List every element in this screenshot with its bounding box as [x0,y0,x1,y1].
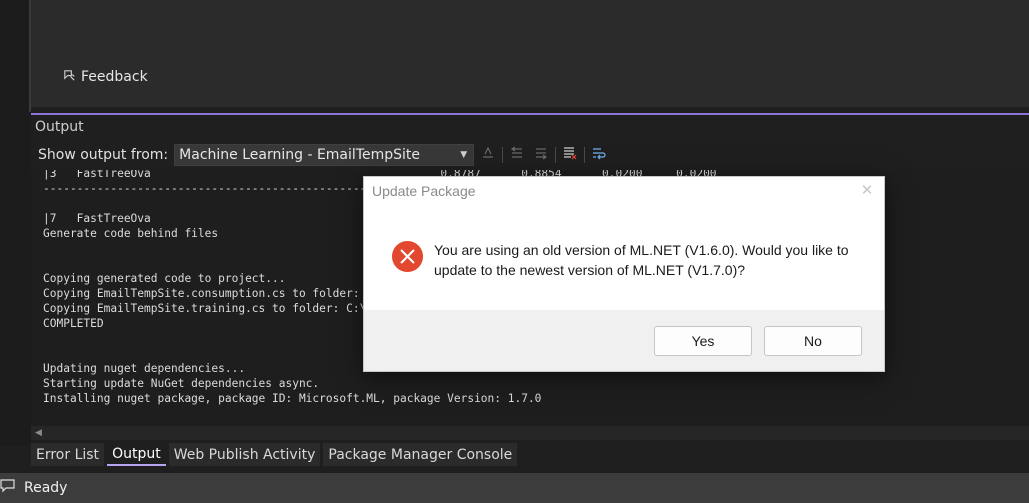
status-text: Ready [24,480,68,496]
dialog-message: You are using an old version of ML.NET (… [434,242,849,278]
tab-web-publish-activity[interactable]: Web Publish Activity [168,443,321,466]
next-message-button[interactable] [531,145,551,165]
previous-message-icon [509,145,525,165]
previous-message-button[interactable] [507,145,527,165]
update-package-dialog: Update Package ✕ You are using an old ve… [363,176,885,372]
left-strip [0,0,31,446]
yes-button[interactable]: Yes [654,326,752,356]
output-line: Copying generated code to project... [43,272,286,285]
output-source-value: Machine Learning - EmailTempSite [179,147,420,163]
chevron-down-icon: ▼ [460,150,468,160]
status-bar: Ready [0,473,1029,503]
output-source-dropdown[interactable]: Machine Learning - EmailTempSite ▼ [174,144,475,166]
clear-all-icon [562,145,578,165]
feedback-label: Feedback [81,69,148,85]
output-line: Installing nuget package, package ID: Mi… [43,392,542,405]
feedback-icon [62,68,77,87]
feedback-link[interactable]: Feedback [62,67,148,87]
output-line: Starting update NuGet dependencies async… [43,377,320,390]
word-wrap-icon [591,145,607,165]
tab-error-list[interactable]: Error List [31,443,105,466]
word-wrap-button[interactable] [589,145,609,165]
find-message-button[interactable] [478,145,498,165]
tab-output[interactable]: Output [107,443,166,466]
output-window-title: Output [35,119,84,135]
scroll-left-icon[interactable]: ◀ [35,428,42,438]
output-line: |7 FastTreeOva [43,212,151,225]
upper-panel [31,0,1029,107]
next-message-icon [533,145,549,165]
toolbar-separator [502,147,504,163]
find-message-icon [480,145,496,165]
status-message-icon [0,477,18,499]
output-line: Updating nuget dependencies... [43,362,246,375]
no-button[interactable]: No [764,326,862,356]
output-toolbar: Show output from: Machine Learning - Ema… [31,142,1029,168]
tab-package-manager-console[interactable]: Package Manager Console [323,443,518,466]
close-icon[interactable]: ✕ [858,181,876,199]
dialog-footer: Yes No [364,310,884,371]
dialog-title: Update Package [372,183,476,199]
show-output-from-label: Show output from: [38,147,169,163]
horizontal-scrollbar[interactable]: ◀ [31,426,1029,440]
toolbar-separator [584,147,586,163]
clear-all-button[interactable] [560,145,580,165]
output-line: COMPLETED [43,317,104,330]
tool-window-tabs: Error List Output Web Publish Activity P… [31,443,1029,466]
toolbar-separator [555,147,557,163]
output-line: Generate code behind files [43,227,219,240]
